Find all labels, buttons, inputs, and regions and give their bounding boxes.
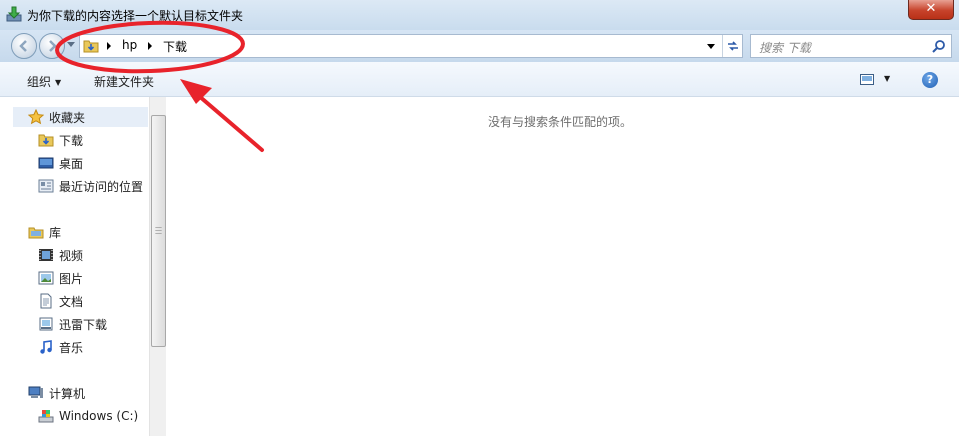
nav-libraries[interactable]: 库 <box>28 222 61 242</box>
nav-item-label: 音乐 <box>59 340 84 355</box>
back-button[interactable] <box>11 33 37 59</box>
chevron-down-icon <box>707 43 715 49</box>
recent-pages-chevron-icon[interactable] <box>67 40 75 48</box>
video-icon <box>39 249 53 261</box>
breadcrumb-downloads[interactable]: 下载 <box>163 38 187 55</box>
navigation-bar: hp 下载 搜索 下载 <box>0 30 959 62</box>
navigation-scrollbar[interactable]: — — — <box>149 97 166 436</box>
drive-icon <box>38 410 54 423</box>
back-arrow-icon <box>19 40 27 52</box>
nav-item-label: 图片 <box>59 271 84 286</box>
thunder-download-icon <box>39 317 53 331</box>
nav-computer-label: 计算机 <box>49 386 86 401</box>
computer-icon <box>28 386 43 398</box>
download-app-icon <box>6 6 22 22</box>
nav-item-thunder-downloads[interactable]: 迅雷下载 <box>38 314 107 334</box>
nav-item-videos[interactable]: 视频 <box>38 245 83 265</box>
breadcrumb-arrow-icon[interactable] <box>147 42 153 50</box>
document-icon <box>40 293 52 309</box>
address-history-dropdown[interactable] <box>702 35 720 57</box>
nav-item-pictures[interactable]: 图片 <box>38 268 83 288</box>
download-folder-icon <box>38 134 54 147</box>
organize-label: 组织 <box>27 75 52 89</box>
help-button[interactable]: ? <box>922 72 938 88</box>
nav-computer[interactable]: 计算机 <box>28 383 85 403</box>
file-list-area[interactable]: 没有与搜索条件匹配的项。 <box>166 97 959 436</box>
chevron-down-icon: ▼ <box>55 78 62 87</box>
search-icon[interactable] <box>932 39 946 53</box>
title-bar: 为你下载的内容选择一个默认目标文件夹 ✕ <box>0 0 959 30</box>
nav-item-recent-places[interactable]: 最近访问的位置 <box>38 176 143 196</box>
nav-item-downloads[interactable]: 下载 <box>38 130 83 150</box>
nav-item-label: 文档 <box>59 294 84 309</box>
search-placeholder: 搜索 下载 <box>759 41 811 55</box>
new-folder-button[interactable]: 新建文件夹 <box>94 73 154 90</box>
nav-item-desktop[interactable]: 桌面 <box>38 153 83 173</box>
nav-favorites[interactable]: 收藏夹 <box>28 107 85 127</box>
navigation-pane: 收藏夹 下载 桌面 最近访问的位置 库 视频 图片 文档 迅雷下载 音乐 计算机 <box>0 97 166 436</box>
nav-libraries-label: 库 <box>49 225 62 240</box>
star-icon <box>28 109 44 125</box>
nav-item-label: 下载 <box>59 133 84 148</box>
library-icon <box>28 227 44 239</box>
nav-item-drive-c[interactable]: Windows (C:) <box>38 406 138 426</box>
forward-button[interactable] <box>39 33 65 59</box>
refresh-icon <box>728 41 738 51</box>
music-icon <box>40 340 52 354</box>
nav-item-label: 迅雷下载 <box>59 317 108 332</box>
recent-places-icon <box>38 179 54 193</box>
nav-item-label: Windows (C:) <box>59 409 139 423</box>
nav-item-documents[interactable]: 文档 <box>38 291 83 311</box>
scrollbar-thumb[interactable]: — — — <box>151 115 166 347</box>
command-toolbar: 组织 ▼ 新建文件夹 ▼ ? <box>0 62 959 97</box>
window-title: 为你下载的内容选择一个默认目标文件夹 <box>27 9 244 23</box>
forward-arrow-icon <box>49 40 57 52</box>
nav-item-label: 桌面 <box>59 156 84 171</box>
breadcrumb-arrow-icon[interactable] <box>106 42 112 50</box>
nav-item-label: 视频 <box>59 248 84 263</box>
download-folder-icon <box>83 40 99 53</box>
nav-item-label: 最近访问的位置 <box>59 179 144 194</box>
desktop-icon <box>38 157 54 169</box>
nav-item-music[interactable]: 音乐 <box>38 337 83 357</box>
address-bar[interactable]: hp 下载 <box>79 34 743 58</box>
organize-button[interactable]: 组织 ▼ <box>27 73 61 90</box>
search-box[interactable]: 搜索 下载 <box>750 34 952 58</box>
breadcrumb-hp[interactable]: hp <box>122 38 137 52</box>
scrollbar-grip-icon: — — — <box>155 223 162 237</box>
refresh-button[interactable] <box>722 35 743 57</box>
close-button[interactable]: ✕ <box>908 0 954 20</box>
picture-icon <box>38 271 54 285</box>
view-options-chevron-icon[interactable]: ▼ <box>884 74 890 83</box>
change-view-icon[interactable] <box>860 74 874 85</box>
nav-favorites-label: 收藏夹 <box>49 110 86 125</box>
empty-results-message: 没有与搜索条件匹配的项。 <box>488 115 633 129</box>
